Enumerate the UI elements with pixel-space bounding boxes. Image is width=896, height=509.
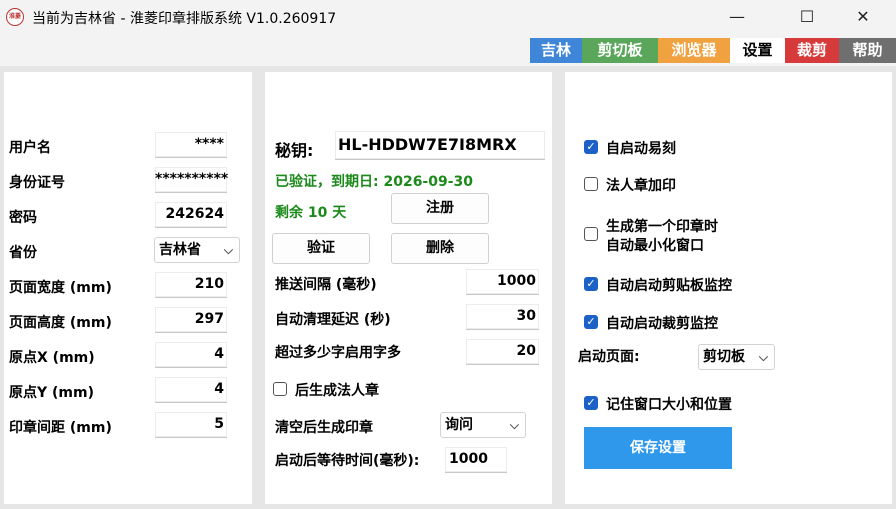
legal-stamp-label: 法人章加印 — [606, 178, 676, 194]
province-select[interactable]: 吉林省 ⌵ — [154, 237, 240, 263]
clear-then-select-value: 询问 — [445, 417, 473, 433]
startup-page-label: 启动页面: — [578, 349, 640, 365]
id-number-field[interactable]: ********** — [155, 167, 228, 193]
startup-wait-label: 启动后等待时间(毫秒): — [275, 453, 420, 469]
verify-button[interactable]: 验证 — [272, 233, 370, 264]
tab-crop[interactable]: 裁剪 — [785, 38, 839, 63]
clear-then-label: 清空后生成印章 — [275, 420, 373, 436]
origin-x-field[interactable]: 4 — [155, 342, 227, 368]
page-height-label: 页面高度 (mm) — [9, 315, 112, 331]
chevron-down-icon: ⌵ — [758, 350, 768, 364]
page-width-field[interactable]: 210 — [155, 272, 227, 298]
crop-monitor-label: 自动启动裁剪监控 — [606, 316, 718, 332]
tab-clipboard[interactable]: 剪切板 — [582, 38, 658, 63]
auto-clear-label: 自动清理延迟 (秒) — [275, 312, 391, 328]
char-limit-label: 超过多少字启用字多 — [275, 345, 401, 361]
key-field[interactable]: HL-HDDW7E7I8MRX — [335, 131, 545, 160]
save-settings-button[interactable]: 保存设置 — [584, 427, 732, 469]
remember-window-label: 记住窗口大小和位置 — [606, 397, 732, 413]
char-limit-field[interactable]: 20 — [466, 339, 539, 365]
stamp-spacing-field[interactable]: 5 — [155, 412, 227, 438]
origin-y-label: 原点Y (mm) — [9, 385, 94, 401]
clipboard-monitor-label: 自动启动剪贴板监控 — [606, 278, 732, 294]
maximize-button[interactable]: ☐ — [784, 0, 830, 34]
page-width-label: 页面宽度 (mm) — [9, 280, 112, 296]
startup-page-select-value: 剪切板 — [703, 349, 745, 365]
clipboard-monitor-checkbox[interactable]: ✓ — [584, 277, 598, 291]
auto-minimize-label-line2: 自动最小化窗口 — [606, 238, 704, 254]
origin-y-field[interactable]: 4 — [155, 377, 227, 403]
remember-window-checkbox[interactable]: ✓ — [584, 396, 598, 410]
province-select-value: 吉林省 — [159, 242, 201, 258]
tab-jilin[interactable]: 吉林 — [530, 38, 582, 63]
stamp-spacing-label: 印章间距 (mm) — [9, 420, 112, 436]
key-label: 秘钥: — [275, 141, 314, 160]
password-label: 密码 — [9, 210, 37, 226]
legal-stamp-checkbox[interactable] — [584, 177, 598, 191]
close-button[interactable]: ✕ — [840, 0, 886, 34]
province-label: 省份 — [9, 245, 37, 261]
tab-settings[interactable]: 设置 — [730, 38, 785, 63]
legal-after-checkbox[interactable] — [273, 382, 287, 396]
auto-start-label: 自启动易刻 — [606, 141, 676, 157]
auto-minimize-label-line1: 生成第一个印章时 — [606, 219, 718, 235]
legal-after-label: 后生成法人章 — [295, 383, 379, 399]
tab-help[interactable]: 帮助 — [839, 38, 896, 63]
auto-clear-field[interactable]: 30 — [466, 304, 539, 330]
push-interval-field[interactable]: 1000 — [466, 269, 539, 295]
minimize-button[interactable]: — — [714, 0, 760, 34]
page-height-field[interactable]: 297 — [155, 307, 227, 333]
startup-wait-field[interactable]: 1000 — [445, 447, 507, 473]
id-number-label: 身份证号 — [9, 175, 65, 191]
auto-minimize-checkbox[interactable] — [584, 227, 598, 241]
username-field[interactable]: **** — [155, 132, 227, 158]
remaining-days: 剩余 10 天 — [275, 205, 347, 221]
startup-page-select[interactable]: 剪切板 ⌵ — [698, 344, 775, 370]
chevron-down-icon: ⌵ — [509, 418, 519, 432]
clear-then-select[interactable]: 询问 ⌵ — [440, 412, 526, 438]
origin-x-label: 原点X (mm) — [9, 350, 95, 366]
push-interval-label: 推送间隔 (毫秒) — [275, 277, 377, 293]
crop-monitor-checkbox[interactable]: ✓ — [584, 315, 598, 329]
username-label: 用户名 — [9, 140, 51, 156]
license-status: 已验证，到期日: 2026-09-30 — [275, 174, 474, 190]
register-button[interactable]: 注册 — [391, 193, 489, 224]
delete-button[interactable]: 删除 — [391, 233, 489, 264]
password-field[interactable]: 242624 — [155, 202, 227, 228]
tab-browser[interactable]: 浏览器 — [658, 38, 730, 63]
auto-start-checkbox[interactable]: ✓ — [584, 140, 598, 154]
app-logo-icon: 淮菱 — [6, 8, 24, 26]
window-title: 当前为吉林省 - 淮菱印章排版系统 V1.0.260917 — [32, 11, 337, 27]
chevron-down-icon: ⌵ — [223, 243, 233, 257]
app-logo-text: 淮菱 — [8, 13, 21, 20]
